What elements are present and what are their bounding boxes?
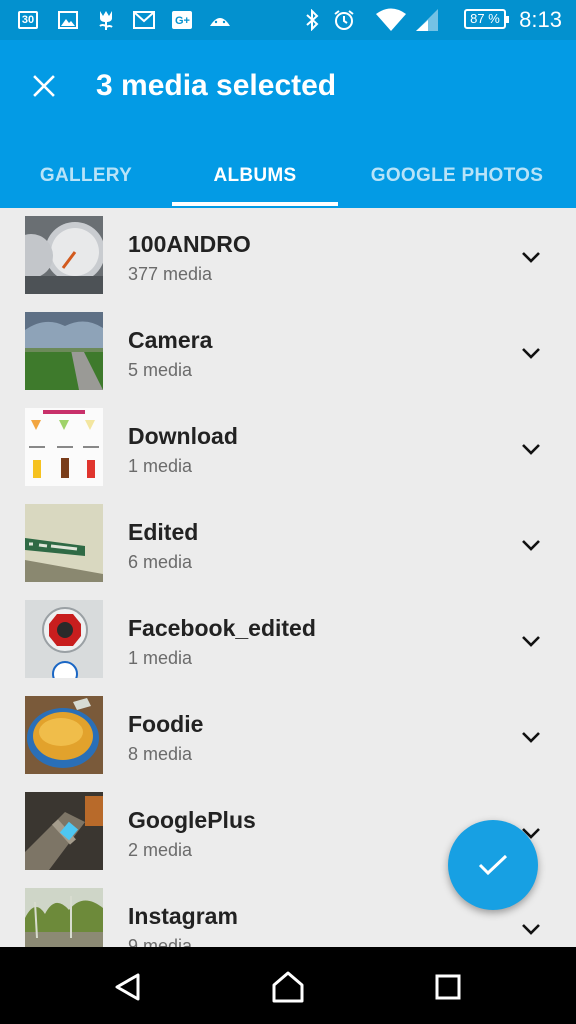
album-name: Instagram (128, 903, 238, 929)
album-row-camera[interactable]: Camera 5 media (0, 304, 576, 400)
wifi-icon (374, 8, 408, 32)
gallery-icon (56, 8, 80, 32)
tulip-icon (94, 8, 118, 32)
album-row-download[interactable]: Download 1 media (0, 400, 576, 496)
recents-button[interactable] (426, 965, 470, 1009)
confirm-selection-button[interactable] (448, 820, 538, 910)
check-icon (478, 854, 508, 876)
app-bar: 3 media selected GALLERY ALBUMS GOOGLE P… (0, 40, 576, 208)
svg-text:G+: G+ (175, 15, 190, 27)
tab-google-photos[interactable]: GOOGLE PHOTOS (338, 144, 576, 208)
chevron-down-icon[interactable] (518, 532, 544, 558)
google-plus-icon: G+ (170, 8, 194, 32)
album-count: 1 media (128, 456, 193, 476)
tab-bar: GALLERY ALBUMS GOOGLE PHOTOS (0, 144, 576, 208)
alarm-icon (332, 8, 356, 32)
album-name: Camera (128, 327, 213, 353)
android-icon (208, 8, 232, 32)
clock: 8:13 (519, 7, 562, 32)
recents-icon (435, 974, 461, 1000)
close-icon (33, 75, 55, 97)
home-icon (272, 971, 304, 1003)
chevron-down-icon[interactable] (518, 916, 544, 942)
album-thumbnail (25, 216, 103, 294)
navigation-bar (0, 947, 576, 1024)
album-thumbnail (25, 792, 103, 870)
gmail-icon (132, 8, 156, 32)
album-row-edited[interactable]: Edited 6 media (0, 496, 576, 592)
album-count: 1 media (128, 648, 193, 668)
chevron-down-icon[interactable] (518, 436, 544, 462)
calendar-icon: 30 (16, 8, 40, 32)
home-button[interactable] (266, 965, 310, 1009)
page-title: 3 media selected (96, 69, 337, 102)
album-name: Edited (128, 519, 199, 545)
album-name: GooglePlus (128, 807, 256, 833)
back-button[interactable] (106, 965, 150, 1009)
chevron-down-icon[interactable] (518, 340, 544, 366)
album-row-foodie[interactable]: Foodie 8 media (0, 688, 576, 784)
album-name: Facebook_edited (128, 615, 316, 641)
album-count: 377 media (128, 264, 213, 284)
album-thumbnail (25, 696, 103, 774)
album-thumbnail (25, 312, 103, 390)
album-count: 2 media (128, 840, 193, 860)
album-thumbnail (25, 408, 103, 486)
album-thumbnail (25, 888, 103, 947)
chevron-down-icon[interactable] (518, 724, 544, 750)
bluetooth-icon (300, 8, 324, 32)
album-row-100andro[interactable]: 100ANDRO 377 media (0, 208, 576, 304)
calendar-date: 30 (18, 11, 38, 29)
album-count: 5 media (128, 360, 193, 380)
album-thumbnail (25, 600, 103, 678)
album-row-facebook-edited[interactable]: Facebook_edited 1 media (0, 592, 576, 688)
signal-icon (414, 8, 440, 32)
album-name: 100ANDRO (128, 231, 251, 257)
album-count: 8 media (128, 744, 193, 764)
tab-gallery[interactable]: GALLERY (0, 144, 172, 208)
album-thumbnail (25, 504, 103, 582)
back-icon (115, 973, 140, 1001)
battery-level: 87 % (470, 11, 500, 26)
chevron-down-icon[interactable] (518, 628, 544, 654)
chevron-down-icon[interactable] (518, 244, 544, 270)
album-count: 9 media (128, 936, 193, 947)
tab-albums[interactable]: ALBUMS (172, 144, 338, 208)
battery-icon: 87 % (464, 9, 509, 29)
close-selection-button[interactable] (20, 62, 68, 110)
tab-indicator (172, 202, 338, 206)
album-name: Download (128, 423, 238, 449)
status-bar: 30 G+ 87 % 8:13 (0, 0, 576, 40)
album-count: 6 media (128, 552, 193, 572)
album-name: Foodie (128, 711, 204, 737)
